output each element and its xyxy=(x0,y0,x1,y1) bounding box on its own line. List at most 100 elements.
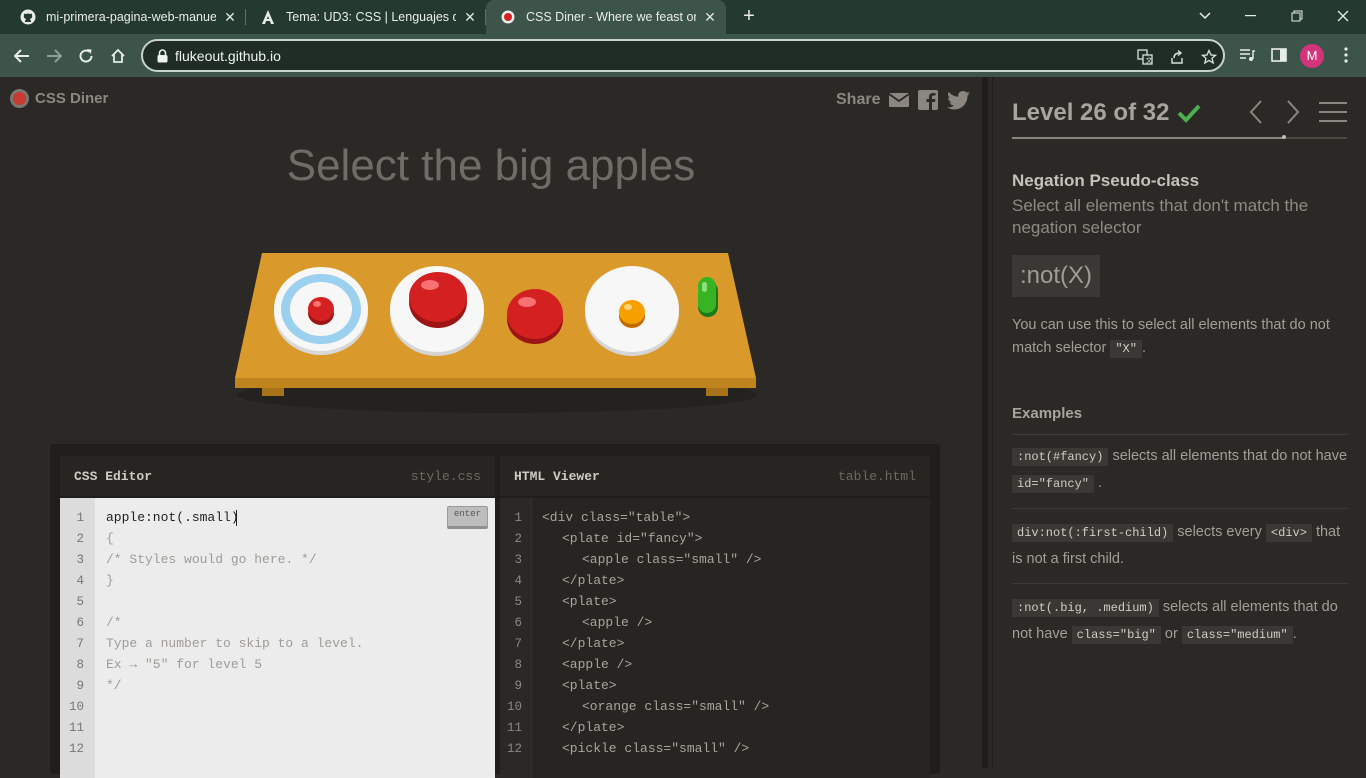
back-button[interactable] xyxy=(8,42,36,70)
html-line-plate-close[interactable]: </plate> xyxy=(562,636,624,651)
css-editor-body[interactable]: 1 2 3 4 5 6 7 8 9 10 11 12 apple:not(.sm… xyxy=(60,498,495,778)
css-diner-logo-icon xyxy=(10,89,29,108)
small-orange[interactable] xyxy=(619,300,645,328)
html-line-plate-close[interactable]: </plate> xyxy=(562,720,624,735)
tab-github[interactable]: mi-primera-pagina-web-manuel ✕ xyxy=(6,0,246,34)
html-line-small-orange[interactable]: <orange class="small" /> xyxy=(582,699,769,714)
html-line-gutter: 1 2 3 4 5 6 7 8 9 10 11 12 xyxy=(500,498,532,778)
next-level-button[interactable] xyxy=(1280,97,1306,127)
media-control-icon[interactable] xyxy=(1236,44,1258,66)
new-tab-button[interactable]: + xyxy=(738,5,760,27)
line-number: 1 xyxy=(514,511,522,525)
share-page-icon[interactable] xyxy=(1167,47,1187,67)
editor-panel: CSS Editor style.css HTML Viewer table.h… xyxy=(50,444,940,778)
close-window-button[interactable] xyxy=(1320,0,1366,32)
example-text: selects every xyxy=(1177,524,1262,540)
description-code: "X" xyxy=(1110,340,1142,358)
minimize-button[interactable] xyxy=(1228,0,1274,32)
facebook-icon[interactable] xyxy=(918,90,939,110)
big-apple-on-plate[interactable] xyxy=(409,272,467,328)
line-number: 8 xyxy=(76,658,84,672)
more-menu-icon[interactable] xyxy=(1335,44,1357,66)
small-pickle[interactable] xyxy=(698,277,718,317)
home-button[interactable] xyxy=(104,42,132,70)
example-code: id="fancy" xyxy=(1012,475,1095,493)
close-tab-icon[interactable]: ✕ xyxy=(462,9,478,25)
level-sidebar: Level 26 of 32 Negation Pseudo-class Sel… xyxy=(992,77,1366,768)
table-edge xyxy=(235,378,756,388)
html-line-fancy-plate[interactable]: <plate id="fancy"> xyxy=(562,531,702,546)
html-line-apple[interactable]: <apple /> xyxy=(562,657,632,672)
close-tab-icon[interactable]: ✕ xyxy=(222,9,238,25)
html-line-small-pickle[interactable]: <pickle class="small" /> xyxy=(562,741,749,756)
examples-heading: Examples xyxy=(1012,405,1083,422)
example-code: class="medium" xyxy=(1181,626,1293,644)
email-icon[interactable] xyxy=(889,92,910,108)
html-line-plate[interactable]: <plate> xyxy=(562,594,617,609)
example-text: . xyxy=(1098,475,1103,491)
line-number: 3 xyxy=(76,553,84,567)
previous-level-button[interactable] xyxy=(1243,97,1269,127)
line-number: 2 xyxy=(76,532,84,546)
reload-button[interactable] xyxy=(72,42,100,70)
line-number: 4 xyxy=(514,574,522,588)
forward-button[interactable] xyxy=(40,42,68,70)
completed-check-icon xyxy=(1177,103,1201,123)
code-line: /* xyxy=(106,615,122,630)
bookmark-star-icon[interactable] xyxy=(1199,47,1219,67)
example-item: div:not(:first-child) selects every <div… xyxy=(1012,519,1347,572)
level-menu-icon[interactable] xyxy=(1318,97,1348,127)
address-bar[interactable]: flukeout.github.io 文 xyxy=(141,39,1225,72)
small-apple[interactable] xyxy=(308,297,334,325)
text-cursor xyxy=(236,510,237,526)
restore-button[interactable] xyxy=(1274,0,1320,32)
selector-description: You can use this to select all elements … xyxy=(1012,314,1342,361)
line-number: 11 xyxy=(506,721,522,735)
side-panel-icon[interactable] xyxy=(1268,44,1290,66)
twitter-icon[interactable] xyxy=(947,90,971,110)
example-code: <div> xyxy=(1265,524,1312,542)
site-logo[interactable]: CSS Diner xyxy=(10,89,108,108)
tab-css-diner[interactable]: CSS Diner - Where we feast on C ✕ xyxy=(486,0,726,34)
code-line: /* Styles would go here. */ xyxy=(106,552,317,567)
html-viewer-body: 1 2 3 4 5 6 7 8 9 10 11 12 <div class="t… xyxy=(500,498,930,778)
html-viewer-header: HTML Viewer table.html xyxy=(500,456,930,496)
selector-input[interactable]: apple:not(.small) xyxy=(106,510,239,525)
level-instruction: Select the big apples xyxy=(286,141,696,190)
html-line-plate[interactable]: <plate> xyxy=(562,678,617,693)
example-text: selects all elements that do not have xyxy=(1112,448,1348,464)
pane-divider[interactable] xyxy=(982,77,988,768)
share-label: Share xyxy=(836,91,881,108)
profile-avatar[interactable]: M xyxy=(1300,44,1324,68)
line-number: 7 xyxy=(76,637,84,651)
example-code: :not(.big, .medium) xyxy=(1012,599,1159,617)
example-code: class="big" xyxy=(1071,626,1161,644)
close-tab-icon[interactable]: ✕ xyxy=(702,9,718,25)
line-number: 6 xyxy=(514,616,522,630)
tab-search-chevron-icon[interactable] xyxy=(1182,0,1228,32)
line-number: 4 xyxy=(76,574,84,588)
tab-moodle[interactable]: Tema: UD3: CSS | Lenguajes de m ✕ xyxy=(246,0,486,34)
big-apple[interactable] xyxy=(507,289,563,344)
code-line: Ex → "5" for level 5 xyxy=(106,657,263,672)
line-number: 9 xyxy=(76,679,84,693)
url-text[interactable]: flukeout.github.io xyxy=(175,48,281,64)
html-line-small-apple[interactable]: <apple class="small" /> xyxy=(582,552,761,567)
table-leg-right xyxy=(706,388,728,396)
html-viewer-title: HTML Viewer xyxy=(514,469,600,484)
tab-title: Tema: UD3: CSS | Lenguajes de m xyxy=(286,10,456,24)
enter-button[interactable]: enter xyxy=(447,506,488,529)
game-pane: CSS Diner Share Select the big apples CS… xyxy=(0,77,982,778)
html-line-table[interactable]: <div class="table"> xyxy=(542,510,690,525)
html-line-plate-close[interactable]: </plate> xyxy=(562,573,624,588)
share-bar: Share xyxy=(836,90,971,110)
level-progress-fill xyxy=(1012,137,1285,139)
lock-icon[interactable] xyxy=(157,49,168,68)
selector-summary: Select all elements that don't match the… xyxy=(1012,196,1309,237)
tab-title: CSS Diner - Where we feast on C xyxy=(526,10,696,24)
html-line-apple[interactable]: <apple /> xyxy=(582,615,652,630)
line-number: 3 xyxy=(514,553,522,567)
translate-icon[interactable]: 文 xyxy=(1135,47,1155,67)
logo-text: CSS Diner xyxy=(35,90,109,107)
line-number: 5 xyxy=(76,595,84,609)
